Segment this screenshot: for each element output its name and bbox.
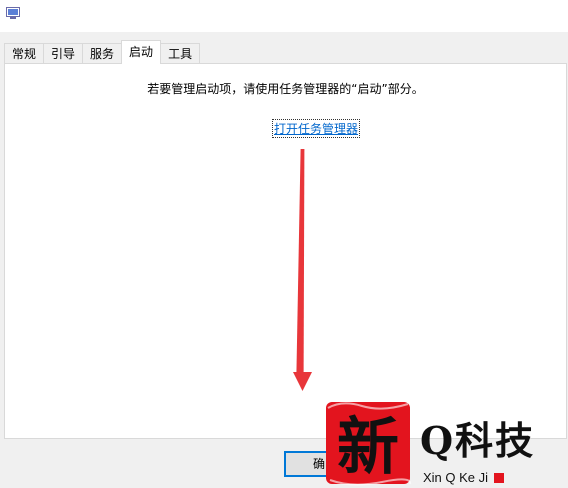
tab-tools[interactable]: 工具 bbox=[160, 43, 201, 64]
watermark-seal: 新 bbox=[326, 402, 412, 486]
watermark-red-square bbox=[494, 473, 505, 483]
startup-message: 若要管理启动项，请使用任务管理器的“启动”部分。 bbox=[147, 82, 424, 96]
tab-startup[interactable]: 启动 bbox=[121, 40, 162, 64]
tab-strip: 常规 引导 服务 启动 工具 bbox=[4, 40, 201, 64]
watermark-title: Q科技 bbox=[420, 418, 536, 463]
startup-panel: 若要管理启动项，请使用任务管理器的“启动”部分。 打开任务管理器 bbox=[4, 63, 567, 439]
open-task-manager-link[interactable]: 打开任务管理器 bbox=[271, 119, 361, 138]
title-bar bbox=[0, 0, 568, 32]
watermark-subtitle-text: Xin Q Ke Ji bbox=[423, 470, 489, 485]
watermark-seal-char: 新 bbox=[337, 410, 399, 483]
tab-services[interactable]: 服务 bbox=[82, 43, 123, 64]
app-icon bbox=[6, 7, 20, 19]
tab-general[interactable]: 常规 bbox=[4, 43, 45, 64]
watermark-subtitle: Xin Q Ke Ji bbox=[423, 470, 505, 485]
watermark: 新 Q科技 Xin Q Ke Ji bbox=[322, 398, 568, 488]
tab-boot[interactable]: 引导 bbox=[43, 43, 84, 64]
